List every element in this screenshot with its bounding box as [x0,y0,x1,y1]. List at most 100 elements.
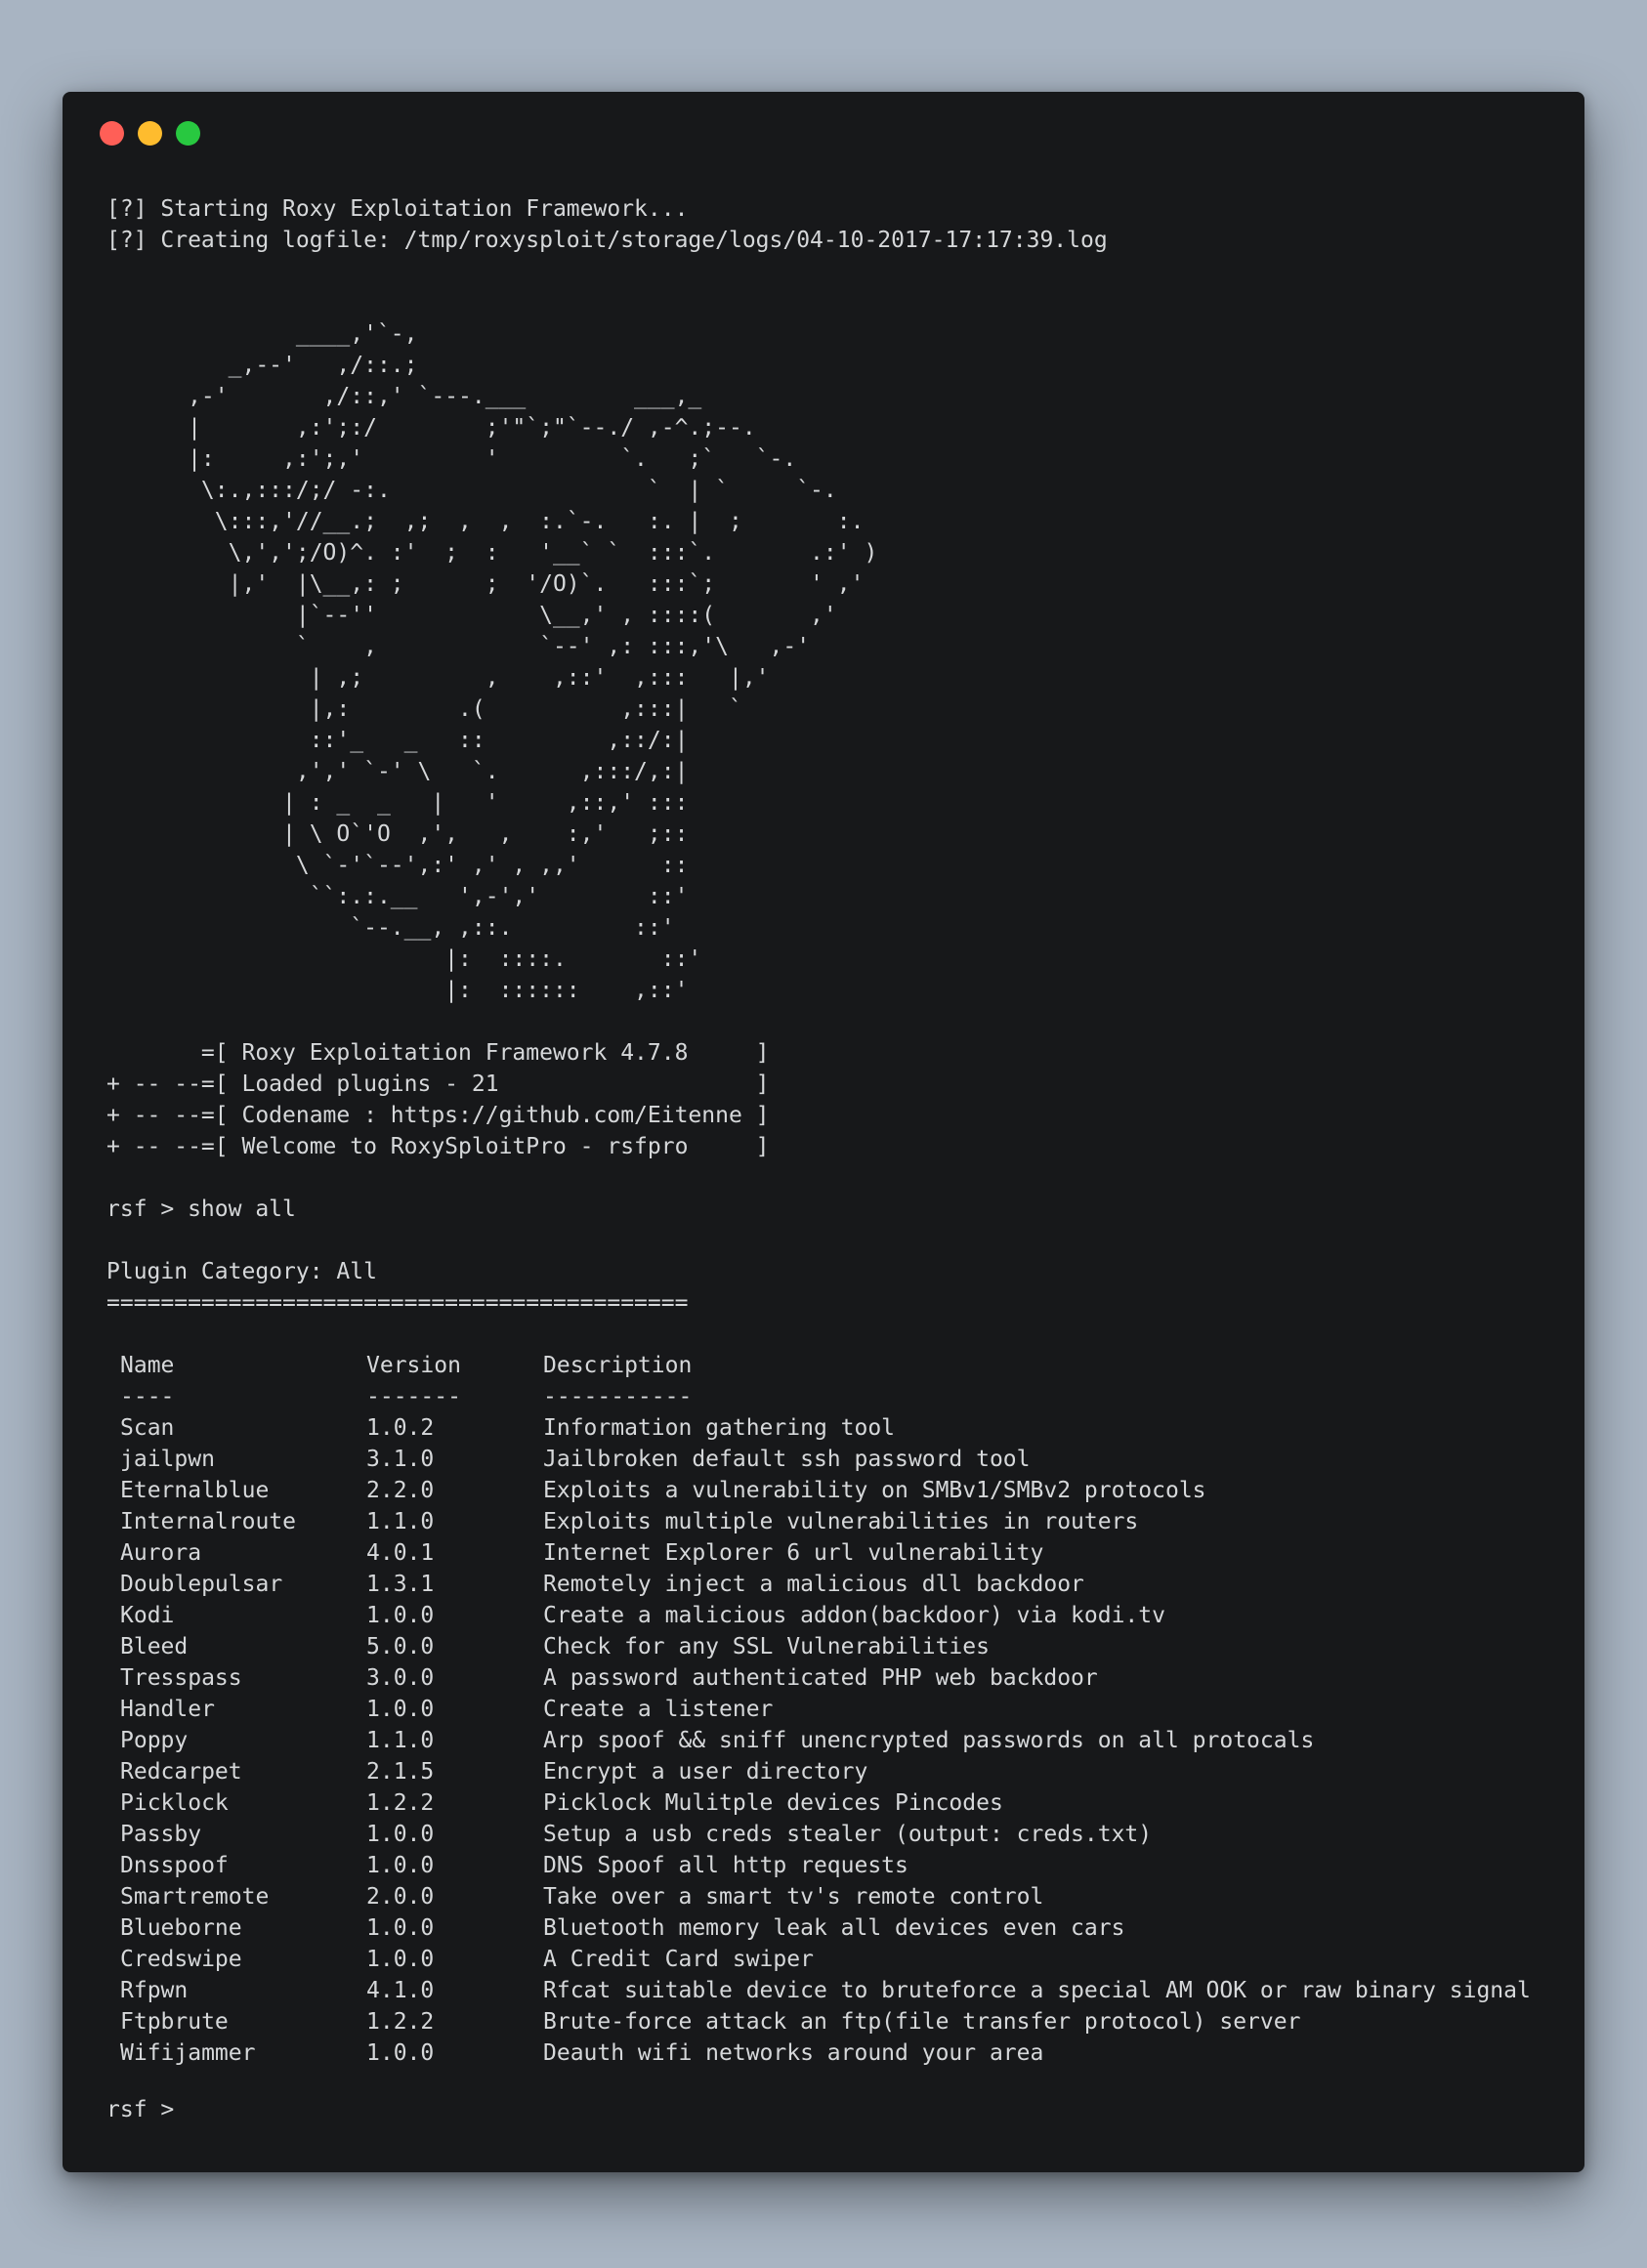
plugin-name: Dnsspoof [120,1853,229,1878]
plugin-description: Bluetooth memory leak all devices even c… [543,1915,1125,1941]
plugin-name: Wifijammer [120,2040,256,2066]
plugin-row: Doublepulsar 1.3.1 Remotely inject a malic… [106,1569,1565,1600]
command-prompt[interactable]: rsf > [106,2094,188,2125]
ascii-art-line: ` , `--' ,: :::,'\ ,-' [106,634,811,659]
plugin-row: Dnsspoof 1.0.0 DNS Spoof all http requests [106,1850,1565,1881]
plugin-row: Poppy 1.1.0 Arp spoof && sniff unencrypted… [106,1725,1565,1756]
ascii-art-line: |: ,:';,' ' `. ;` `-. [106,446,797,472]
plugin-table-body: Scan 1.0.2 Information gathering tool jailp… [106,1412,1565,2069]
plugin-row: Eternalblue 2.2.0 Exploits a vulnerability… [106,1475,1565,1506]
plugin-version: 1.0.2 [366,1415,435,1441]
plugin-name: Bleed [120,1634,189,1659]
plugin-description: Internet Explorer 6 url vulnerability [543,1540,1044,1566]
plugin-version: 3.0.0 [366,1665,435,1691]
plugin-version: 1.1.0 [366,1728,435,1753]
plugin-row: Passby 1.0.0 Setup a usb creds stealer (ou… [106,1819,1565,1850]
plugin-row: Internalroute 1.1.0 Exploits multiple vuln… [106,1506,1565,1537]
plugin-version: 3.1.0 [366,1447,435,1472]
ascii-art-line: \:.,:::/;/ -:. ` | ` `-. [106,478,837,503]
ascii-art-line: |: :::::: ,::' [106,978,689,1003]
plugin-description: Deauth wifi networks around your area [543,2040,1044,2066]
plugin-version: 1.0.0 [366,1947,435,1972]
plugin-description: Rfcat suitable device to bruteforce a sp… [543,1978,1531,2003]
plugin-row: Redcarpet 2.1.5 Encrypt a user directory [106,1756,1565,1787]
plugin-name: Credswipe [120,1947,242,1972]
plugin-name: Ftpbrute [120,2009,229,2035]
plugin-table-header: Name Version Description [106,1350,1565,1381]
plugin-category-underline: ========================================… [106,1290,689,1316]
plugin-row: Bleed 5.0.0 Check for any SSL Vulnerabilit… [106,1631,1565,1662]
plugin-row: Credswipe 1.0.0 A Credit Card swiper [106,1944,1565,1975]
plugin-name: Rfpwn [120,1978,189,2003]
plugin-version: 4.0.1 [366,1540,435,1566]
plugin-version: 1.2.2 [366,1790,435,1816]
banner-line: + -- --=[ Loaded plugins - 21 ] [106,1071,770,1097]
ascii-art-line: ____,'`-, [106,321,418,347]
plugin-description: Exploits a vulnerability on SMBv1/SMBv2 … [543,1478,1206,1503]
plugin-version: 1.0.0 [366,1697,435,1722]
ascii-art-line: ,',' `-' \ `. ,:::/,:| [106,759,689,784]
minimize-window-button[interactable] [138,121,162,146]
plugin-name: Blueborne [120,1915,242,1941]
plugin-name: Smartremote [120,1884,270,1910]
plugin-description: Setup a usb creds stealer (output: creds… [543,1822,1153,1847]
description-column-header: Description [543,1353,693,1378]
plugin-row: Ftpbrute 1.2.2 Brute-force attack an ftp(f… [106,2006,1565,2037]
ascii-art-line: |,' |\__,: ; ; '/O)`. :::`; ' ,' [106,571,865,597]
plugin-name: Aurora [120,1540,202,1566]
plugin-description: Create a listener [543,1697,774,1722]
plugin-description: Remotely inject a malicious dll backdoor [543,1572,1084,1597]
plugin-version: 4.1.0 [366,1978,435,2003]
plugin-version: 1.0.0 [366,1822,435,1847]
plugin-description: Check for any SSL Vulnerabilities [543,1634,990,1659]
plugin-description: Exploits multiple vulnerabilities in rou… [543,1509,1139,1534]
logfile-line: [?] Creating logfile: /tmp/roxysploit/st… [106,228,1108,253]
plugin-name: Poppy [120,1728,189,1753]
plugin-version: 1.3.1 [366,1572,435,1597]
plugin-name: Passby [120,1822,202,1847]
close-window-button[interactable] [100,121,124,146]
plugin-description: Encrypt a user directory [543,1759,868,1785]
ascii-art-line: ::'_ _ :: ,::/:| [106,728,689,753]
description-column-separator: ----------- [543,1384,693,1409]
plugin-name: Picklock [120,1790,229,1816]
plugin-version: 1.0.0 [366,1915,435,1941]
version-column-header: Version [366,1353,461,1378]
plugin-row: Blueborne 1.0.0 Bluetooth memory leak all … [106,1912,1565,1944]
ascii-art-line: | ,; , ,::' ,::: |,' [106,665,770,691]
startup-line: [?] Starting Roxy Exploitation Framework… [106,196,689,222]
plugin-description: Jailbroken default ssh password tool [543,1447,1031,1472]
plugin-version: 2.1.5 [366,1759,435,1785]
plugin-row: Kodi 1.0.0 Create a malicious addon(backdo… [106,1600,1565,1631]
plugin-name: Doublepulsar [120,1572,283,1597]
plugin-name: Internalroute [120,1509,297,1534]
plugin-row: Tresspass 3.0.0 A password authenticated P… [106,1662,1565,1694]
plugin-version: 1.0.0 [366,2040,435,2066]
window-title-bar [100,121,200,147]
banner-line: + -- --=[ Codename : https://github.com/… [106,1103,770,1128]
plugin-category-title: Plugin Category: All [106,1259,377,1284]
plugin-name: Handler [120,1697,215,1722]
plugin-table-separator: ---- ------- ----------- [106,1381,1565,1412]
plugin-row: Handler 1.0.0 Create a listener [106,1694,1565,1725]
ascii-art-line: \:::,'//__.; ,; , , :.`-. :. | ; :. [106,509,865,534]
ascii-art-line: |`--'' \__,' , ::::( ,' [106,603,837,628]
plugin-version: 1.0.0 [366,1603,435,1628]
plugin-version: 5.0.0 [366,1634,435,1659]
plugin-version: 2.2.0 [366,1478,435,1503]
version-column-separator: ------- [366,1384,461,1409]
plugin-version: 1.0.0 [366,1853,435,1878]
plugin-description: Take over a smart tv's remote control [543,1884,1044,1910]
zoom-window-button[interactable] [176,121,200,146]
command-line: rsf > show all [106,1197,296,1222]
terminal-window: [?] Starting Roxy Exploitation Framework… [63,92,1584,2172]
plugin-description: Arp spoof && sniff unencrypted passwords… [543,1728,1315,1753]
plugin-row: Wifijammer 1.0.0 Deauth wifi networks arou… [106,2037,1565,2069]
ascii-art-line: \ `-'`--',:' ,' , ,,' :: [106,853,689,878]
plugin-version: 1.1.0 [366,1509,435,1534]
plugin-row: Smartremote 2.0.0 Take over a smart tv's r… [106,1881,1565,1912]
ascii-art-line: | ,:';:/ ;'"`;"`--./ ,-^.;--. [106,415,756,441]
ascii-art-line: ,-' ,/::,' `---.___ ___,_ [106,384,702,409]
